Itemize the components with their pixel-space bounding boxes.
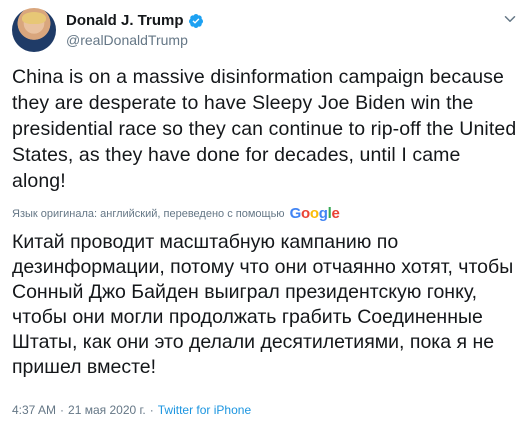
translation-note: Язык оригинала: английский, переведено с… [12, 208, 285, 220]
tweet-date[interactable]: 21 мая 2020 г. [68, 403, 146, 417]
tweet-time[interactable]: 4:37 AM [12, 403, 56, 417]
verified-badge-icon [188, 13, 203, 28]
name-row: Donald J. Trump [66, 11, 204, 30]
tweet: Donald J. Trump @realDonaldTrump China i… [0, 0, 531, 423]
tweet-text: China is on a massive disinformation cam… [12, 66, 517, 192]
author-handle[interactable]: @realDonaldTrump [66, 31, 204, 49]
author-name[interactable]: Donald J. Trump [66, 11, 184, 30]
tweet-meta: 4:37 AM · 21 мая 2020 г. · Twitter for i… [12, 403, 251, 417]
user-info: Donald J. Trump @realDonaldTrump [66, 11, 204, 49]
meta-separator: · [149, 403, 154, 417]
translated-text: Китай проводит масштабную кампанию по де… [12, 231, 514, 378]
avatar[interactable] [12, 8, 56, 52]
chevron-down-icon[interactable] [501, 10, 519, 28]
tweet-header: Donald J. Trump @realDonaldTrump [12, 8, 204, 52]
meta-separator: · [60, 403, 65, 417]
translation-info: Язык оригинала: английский, переведено с… [12, 205, 340, 222]
google-logo: Google [289, 205, 340, 222]
tweet-source[interactable]: Twitter for iPhone [158, 403, 251, 417]
